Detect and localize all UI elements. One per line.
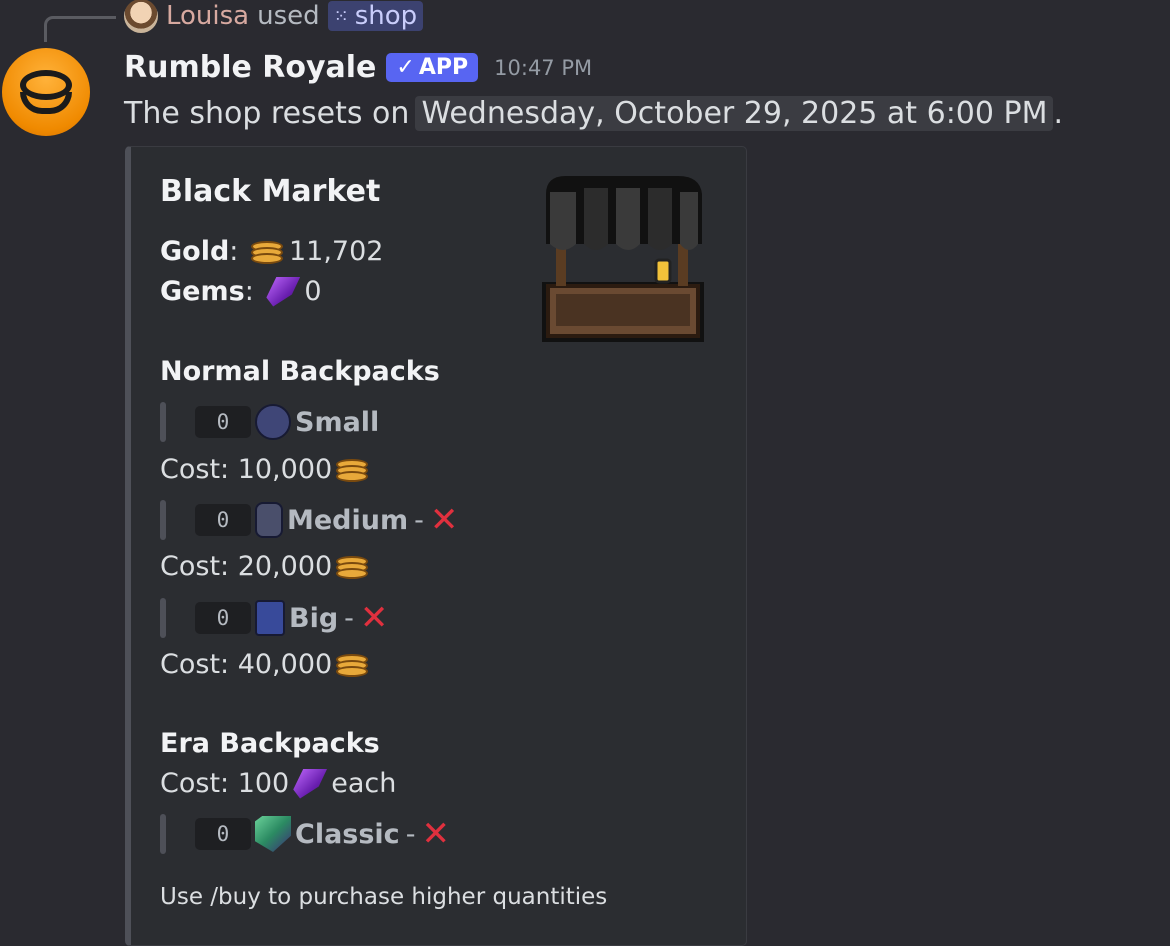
list-item: 0 Classic - ✕ (160, 814, 450, 854)
red-x-icon: ✕ (421, 814, 450, 854)
medium-backpack-icon (255, 502, 283, 538)
reset-date[interactable]: Wednesday, October 29, 2025 at 6:00 PM (415, 96, 1054, 131)
embed-title: Black Market (160, 174, 381, 209)
list-item: 0 Small (160, 402, 379, 442)
era-backpacks-heading: Era Backpacks (160, 728, 380, 759)
author-name[interactable]: Rumble Royale (124, 50, 376, 85)
big-backpack-icon (255, 600, 285, 636)
red-x-icon: ✕ (429, 500, 459, 540)
command-pill[interactable]: ⁙ shop (327, 1, 424, 31)
quantity-box[interactable]: 0 (195, 602, 251, 634)
item-quote-bar (160, 500, 166, 540)
reply-header[interactable]: Louisa used ⁙ shop (124, 0, 424, 33)
reply-username[interactable]: Louisa (166, 1, 249, 31)
item-name: Classic (295, 818, 400, 850)
item-cost: Cost: 10,000 (160, 454, 374, 485)
list-item: 0 Big - ✕ (160, 598, 388, 638)
coin-stack-icon (336, 650, 370, 680)
item-name: Small (295, 406, 380, 438)
item-name: Big (289, 602, 339, 634)
market-stall-icon (542, 176, 704, 342)
app-badge: ✓ APP (386, 53, 479, 82)
message-header: Rumble Royale ✓ APP 10:47 PM (124, 50, 592, 85)
message-text: The shop resets on Wednesday, October 29… (124, 96, 1064, 131)
classic-backpack-icon (255, 816, 291, 852)
coin-stack-icon (336, 552, 370, 582)
command-name: shop (354, 1, 418, 31)
item-cost: Cost: 20,000 (160, 551, 374, 582)
item-quote-bar (160, 598, 166, 638)
item-quote-bar (160, 814, 166, 854)
gold-balance: Gold: 11,702 (160, 236, 384, 267)
bot-avatar[interactable] (2, 48, 90, 136)
timestamp[interactable]: 10:47 PM (494, 56, 592, 80)
quantity-box[interactable]: 0 (195, 504, 251, 536)
purple-gem-icon (293, 768, 328, 799)
user-avatar[interactable] (124, 0, 158, 33)
gems-balance: Gems: 0 (160, 276, 322, 307)
list-item: 0 Medium - ✕ (160, 500, 458, 540)
coin-stack-icon (336, 455, 370, 485)
reply-connector (44, 16, 116, 42)
reply-verb: used (257, 1, 320, 31)
purple-gem-icon (266, 276, 301, 307)
normal-backpacks-heading: Normal Backpacks (160, 356, 440, 387)
check-icon: ✓ (396, 55, 415, 80)
embed-footer: Use /buy to purchase higher quantities (160, 884, 608, 910)
item-name: Medium (287, 504, 409, 536)
coin-stack-icon (250, 237, 285, 267)
item-quote-bar (160, 402, 166, 442)
quantity-box[interactable]: 0 (195, 818, 251, 850)
red-x-icon: ✕ (359, 598, 389, 638)
quantity-box[interactable]: 0 (195, 406, 251, 438)
slash-command-icon: ⁙ (333, 5, 349, 27)
small-backpack-icon (255, 404, 291, 440)
item-cost: Cost: 40,000 (160, 649, 374, 680)
era-cost: Cost: 100 each (160, 768, 397, 799)
